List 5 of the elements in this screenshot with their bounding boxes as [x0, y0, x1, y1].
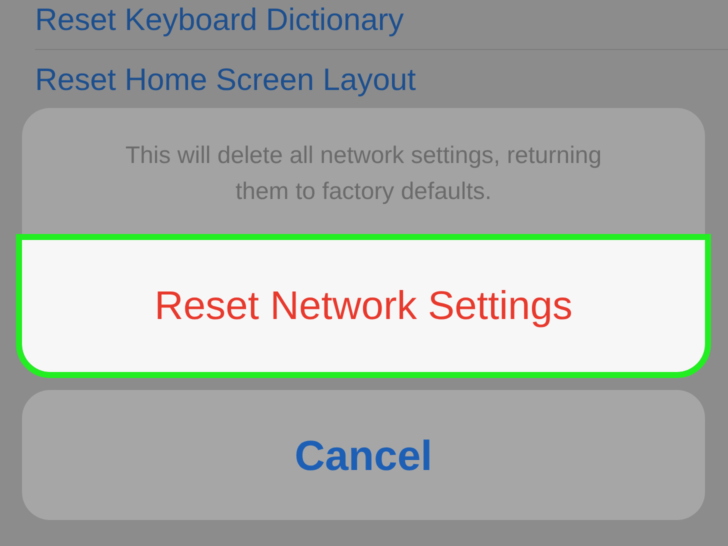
sheet-message: This will delete all network settings, returning them to factory defaults.	[124, 141, 603, 207]
reset-button[interactable]: Reset Network Settings	[22, 240, 705, 372]
list-item[interactable]: Reset Home Screen Layout	[35, 62, 416, 98]
list-item[interactable]: Reset Keyboard Dictionary	[35, 2, 404, 38]
cancel-button[interactable]: Cancel	[22, 390, 705, 520]
